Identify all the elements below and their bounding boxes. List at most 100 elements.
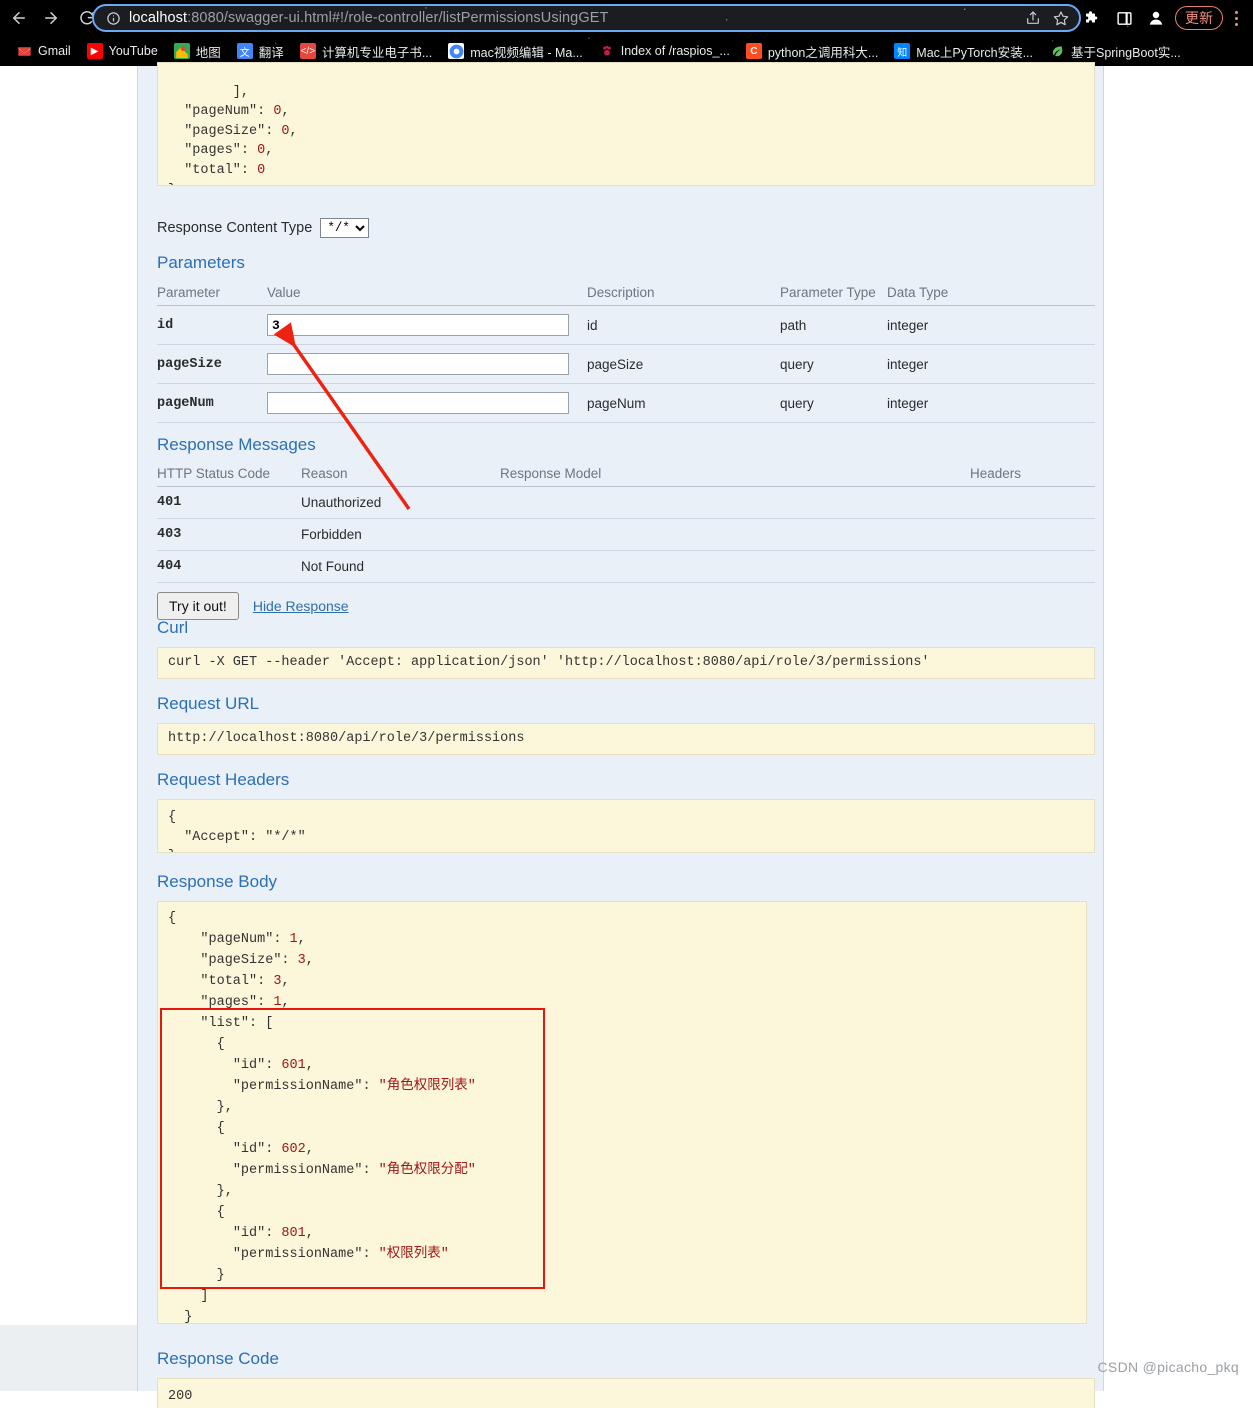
profile-avatar-icon[interactable] xyxy=(1141,3,1171,33)
status-model xyxy=(500,486,970,519)
parameters-table: Parameter Value Description Parameter Ty… xyxy=(157,283,1095,423)
rb-total-key: "total" xyxy=(200,974,258,989)
puzzle-piece-icon[interactable] xyxy=(1077,3,1107,33)
response-code-section: Response Code 200 xyxy=(157,1349,1095,1408)
browser-actions: 更新 xyxy=(1077,3,1247,33)
pagenum-value-input[interactable] xyxy=(267,392,569,414)
rb-item-name-key: "permissionName" xyxy=(232,1079,363,1094)
forward-arrow-icon[interactable] xyxy=(38,5,64,31)
curl-section: Curl curl -X GET --header 'Accept: appli… xyxy=(157,618,1095,679)
rb-pagesize-val: 3 xyxy=(297,953,306,968)
back-arrow-icon[interactable] xyxy=(6,5,32,31)
status-code: 401 xyxy=(157,486,301,519)
url-host: localhost xyxy=(129,10,188,26)
param-value-cell xyxy=(267,344,587,384)
parameters-header-row: Parameter Value Description Parameter Ty… xyxy=(157,283,1095,306)
bookmark-label: mac视频编辑 - Ma... xyxy=(470,45,583,60)
bookmark-csdn-python[interactable]: Cpython之调用科大... xyxy=(738,39,886,63)
kebab-menu-icon[interactable] xyxy=(1225,3,1247,33)
col-parameter-type: Parameter Type xyxy=(780,283,887,306)
site-info-icon[interactable] xyxy=(106,11,121,26)
code-icon: </> xyxy=(299,43,316,59)
bookmark-mac-video[interactable]: mac视频编辑 - Ma... xyxy=(440,39,591,63)
rb-pagenum-key: "pageNum" xyxy=(200,932,274,947)
request-url-title: Request URL xyxy=(157,694,260,713)
response-content-type-label: Response Content Type xyxy=(157,220,313,236)
csdn-watermark: CSDN @picacho_pkq xyxy=(1097,1359,1239,1375)
chrome-icon xyxy=(448,43,465,59)
bookmark-ebooks[interactable]: </> 计算机专业电子书... xyxy=(292,39,440,63)
table-row: 403 Forbidden xyxy=(157,518,1095,551)
pagesize-value-input[interactable] xyxy=(267,353,569,375)
address-bar[interactable]: localhost:8080/swagger-ui.html#!/role-co… xyxy=(92,4,1081,32)
bookmark-label: YouTube xyxy=(108,44,158,58)
rb-item-name: "权限列表" xyxy=(378,1247,449,1262)
bookmark-label: 翻译 xyxy=(258,45,284,60)
raspberry-pi-icon xyxy=(599,43,615,59)
col-reason: Reason xyxy=(301,464,500,487)
param-data-type: integer xyxy=(887,344,1095,384)
col-description: Description xyxy=(587,283,780,306)
status-model xyxy=(500,550,970,583)
param-type: path xyxy=(780,305,887,345)
bookmark-maps[interactable]: 地图 xyxy=(166,39,229,63)
table-row: 401 Unauthorized xyxy=(157,486,1095,519)
rb-item-id: 801 xyxy=(281,1226,306,1241)
param-type: query xyxy=(780,344,887,384)
table-row: pageNum pageNum query integer xyxy=(157,383,1095,423)
page-body: ], "pageNum": 0, "pageSize": 0, "pages":… xyxy=(0,62,1253,1408)
bookmark-zhihu-pytorch[interactable]: 知 Mac上PyTorch安装... xyxy=(886,39,1041,63)
url-text: localhost:8080/swagger-ui.html#!/role-co… xyxy=(129,10,1013,26)
side-panel-icon[interactable] xyxy=(1109,3,1139,33)
bookmark-label: 基于SpringBoot实... xyxy=(1070,45,1181,60)
status-code: 404 xyxy=(157,550,301,583)
param-description: pageNum xyxy=(587,383,780,423)
zhihu-icon: 知 xyxy=(894,43,911,59)
bookmark-springboot[interactable]: 基于SpringBoot实... xyxy=(1041,39,1189,63)
rb-list-key: "list" xyxy=(200,1016,250,1031)
status-headers xyxy=(970,486,1095,519)
rb-item-id: 601 xyxy=(281,1058,306,1073)
share-icon[interactable] xyxy=(1025,10,1041,26)
update-button[interactable]: 更新 xyxy=(1175,6,1223,30)
rb-item-name-key: "permissionName" xyxy=(232,1163,363,1178)
id-value-input[interactable] xyxy=(267,314,569,336)
model-schema-line: ], "pageNum": 0, "pageSize": 0, "pages":… xyxy=(168,84,298,185)
bookmark-label: Gmail xyxy=(38,44,71,58)
curl-title: Curl xyxy=(157,618,189,637)
rb-item-id: 602 xyxy=(281,1142,306,1157)
model-schema-block: ], "pageNum": 0, "pageSize": 0, "pages":… xyxy=(157,62,1095,186)
param-data-type: integer xyxy=(887,305,1095,345)
url-path: :8080/swagger-ui.html#!/role-controller/… xyxy=(187,10,609,26)
rb-item-id-key: "id" xyxy=(232,1058,266,1073)
rb-pages-key: "pages" xyxy=(200,995,258,1010)
status-code: 403 xyxy=(157,518,301,551)
gmail-icon xyxy=(16,43,32,59)
param-description: id xyxy=(587,305,780,345)
rb-pagenum-val: 1 xyxy=(289,932,298,947)
bookmark-label: 计算机专业电子书... xyxy=(321,45,433,60)
google-maps-icon xyxy=(173,43,190,59)
bookmark-youtube[interactable]: ▶ YouTube xyxy=(79,39,166,63)
bookmark-raspios[interactable]: Index of /raspios_... xyxy=(591,39,738,63)
bookmark-label: Mac上PyTorch安装... xyxy=(916,45,1033,60)
response-content-type-select[interactable]: */* xyxy=(320,218,370,238)
status-reason: Unauthorized xyxy=(301,486,500,519)
leaf-icon xyxy=(1049,43,1065,59)
col-response-model: Response Model xyxy=(500,464,970,487)
star-icon[interactable] xyxy=(1053,10,1069,26)
translate-icon: 文 xyxy=(236,43,253,59)
param-description: pageSize xyxy=(587,344,780,384)
rb-item-id-key: "id" xyxy=(232,1142,266,1157)
request-headers-title: Request Headers xyxy=(157,770,290,789)
rb-item-name: "角色权限列表" xyxy=(378,1079,476,1094)
request-url-block: http://localhost:8080/api/role/3/permiss… xyxy=(157,723,1095,755)
rb-item-id-key: "id" xyxy=(232,1226,266,1241)
param-data-type: integer xyxy=(887,383,1095,423)
bookmark-gmail[interactable]: Gmail xyxy=(8,39,79,63)
hide-response-link[interactable]: Hide Response xyxy=(253,598,349,614)
response-messages-title: Response Messages xyxy=(157,435,316,454)
bookmark-translate[interactable]: 文翻译 xyxy=(229,39,292,63)
param-name: pageSize xyxy=(157,344,267,384)
try-it-out-button[interactable]: Try it out! xyxy=(157,592,239,620)
